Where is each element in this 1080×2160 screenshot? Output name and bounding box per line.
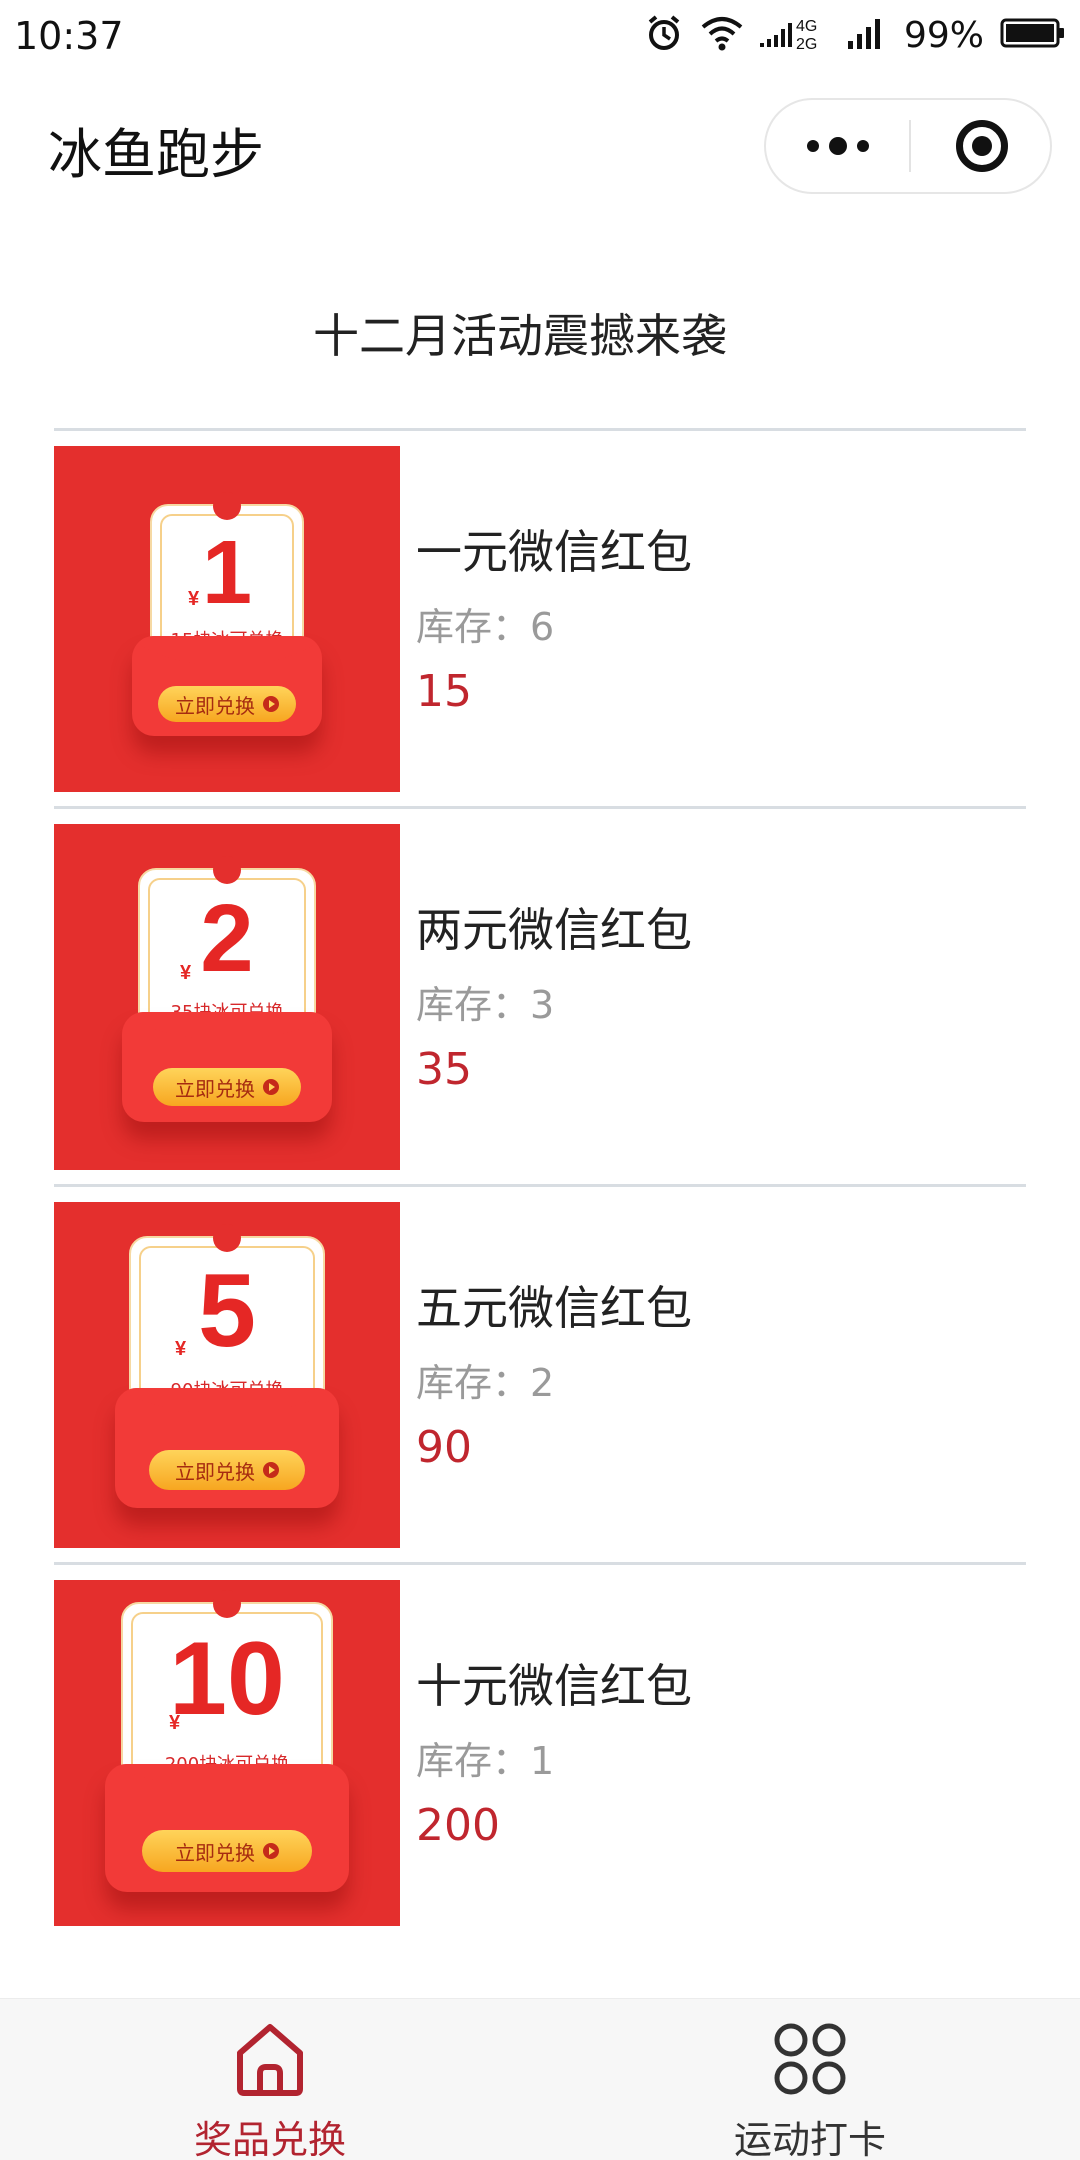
prize-price: 35 [416, 1044, 472, 1095]
network-2g-label: 2G [796, 36, 817, 53]
more-dots-icon[interactable] [766, 100, 909, 192]
battery-icon [1000, 17, 1066, 53]
play-icon [263, 1079, 279, 1095]
status-time: 10:37 [14, 14, 124, 58]
prize-price: 15 [416, 666, 472, 717]
wifi-icon [700, 14, 744, 56]
tab-label: 奖品兑换 [193, 2118, 346, 2160]
signal-icon [847, 15, 888, 55]
play-icon [263, 696, 279, 712]
redeem-button[interactable]: 立即兑换 [149, 1450, 305, 1490]
prize-stock: 库存：3 [416, 983, 555, 1027]
prize-price: 200 [416, 1800, 500, 1851]
redeem-button[interactable]: 立即兑换 [158, 686, 296, 722]
title-bar: 冰鱼跑步 [0, 82, 1080, 210]
tab-bar: 奖品兑换 运动打卡 [0, 1998, 1080, 2160]
card-amount: 5 [198, 1253, 256, 1369]
prize-price: 90 [416, 1422, 472, 1473]
tab-label: 运动打卡 [733, 2118, 886, 2160]
prize-item[interactable]: ¥ 1 15块冰可兑换 立即兑换 一元微信红包 库存：6 15 [54, 446, 1026, 792]
target-circle-icon[interactable] [911, 100, 1052, 192]
prize-image: ¥ 1 15块冰可兑换 立即兑换 [54, 446, 400, 792]
battery-percent: 99% [903, 14, 984, 56]
tab-prize-exchange[interactable]: 奖品兑换 [0, 1999, 540, 2160]
home-icon [232, 2021, 308, 2101]
status-icons: 4G 2G 99% [644, 12, 1066, 58]
alarm-icon [644, 13, 684, 57]
divider [54, 806, 1026, 809]
tab-sport-checkin[interactable]: 运动打卡 [540, 1999, 1080, 2160]
prize-stock: 库存：2 [416, 1361, 555, 1405]
signal-4g-2g-icon: 4G 2G [759, 13, 832, 57]
divider [54, 1184, 1026, 1187]
four-circles-icon [772, 2021, 848, 2101]
prize-item[interactable]: ¥ 10 200块冰可兑换 立即兑换 十元微信红包 库存：1 200 [54, 1580, 1026, 1926]
redeem-button[interactable]: 立即兑换 [153, 1068, 301, 1106]
status-bar: 10:37 4G 2G 99% [0, 0, 1080, 72]
prize-stock: 库存：6 [416, 605, 555, 649]
card-amount: 2 [200, 885, 254, 992]
prize-name: 五元微信红包 [416, 1281, 692, 1335]
card-amount: 10 [169, 1621, 285, 1737]
play-icon [263, 1843, 279, 1859]
page-heading: 十二月活动震撼来袭 [313, 309, 727, 363]
prize-name: 两元微信红包 [416, 903, 692, 957]
mini-program-capsule [764, 98, 1052, 194]
redeem-button[interactable]: 立即兑换 [142, 1830, 312, 1872]
prize-item[interactable]: ¥ 2 35块冰可兑换 立即兑换 两元微信红包 库存：3 35 [54, 824, 1026, 1170]
prize-item[interactable]: ¥ 5 90块冰可兑换 立即兑换 五元微信红包 库存：2 90 [54, 1202, 1026, 1548]
prize-name: 十元微信红包 [416, 1659, 692, 1713]
prize-image: ¥ 5 90块冰可兑换 立即兑换 [54, 1202, 400, 1548]
prize-image: ¥ 2 35块冰可兑换 立即兑换 [54, 824, 400, 1170]
prize-name: 一元微信红包 [416, 525, 692, 579]
divider [54, 1562, 1026, 1565]
app-title: 冰鱼跑步 [48, 123, 264, 186]
divider [54, 428, 1026, 431]
card-amount: 1 [201, 523, 253, 623]
network-4g-label: 4G [796, 18, 817, 35]
play-icon [263, 1462, 279, 1478]
prize-image: ¥ 10 200块冰可兑换 立即兑换 [54, 1580, 400, 1926]
prize-stock: 库存：1 [416, 1739, 555, 1783]
